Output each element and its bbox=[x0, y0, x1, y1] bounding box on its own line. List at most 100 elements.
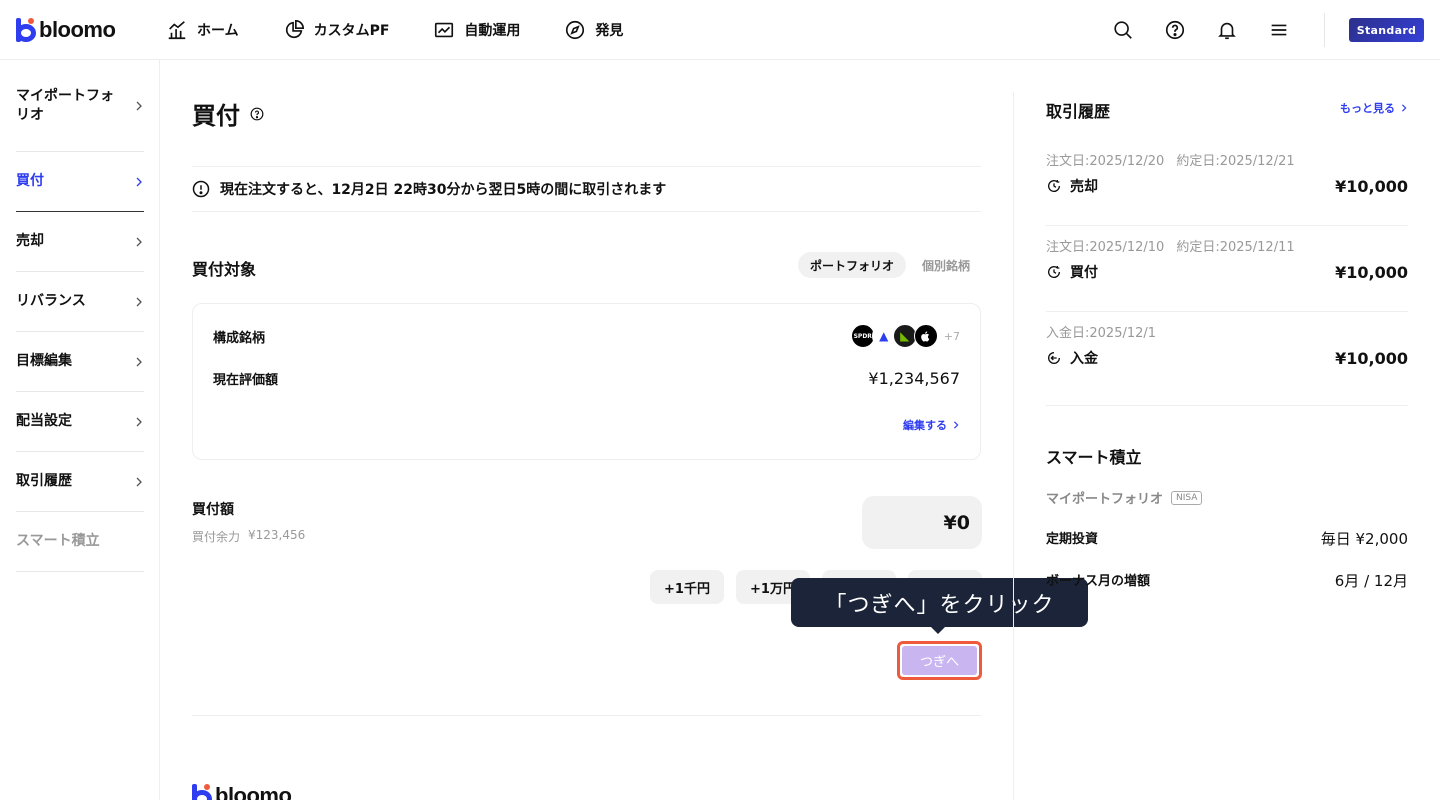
transaction-amount: ¥10,000 bbox=[1335, 262, 1408, 282]
transaction-row: 買付 ¥10,000 bbox=[1046, 262, 1408, 282]
chevron-right-icon bbox=[136, 177, 142, 186]
order-date: 注文日:2025/12/20 bbox=[1046, 154, 1165, 169]
next-button[interactable]: つぎへ bbox=[897, 641, 982, 680]
guide-tooltip: 「つぎへ」をクリック bbox=[791, 578, 1088, 634]
nav-custom-pf[interactable]: カスタムPF bbox=[283, 19, 390, 41]
edit-link-label: 編集する bbox=[903, 419, 947, 432]
valuation-label: 現在評価額 bbox=[213, 372, 279, 388]
sidebar-item-dividend[interactable]: 配当設定 bbox=[16, 392, 144, 452]
smart-row-bonus: ボーナス月の増額 6月 / 12月 bbox=[1046, 570, 1408, 591]
chevron-right-icon bbox=[136, 477, 142, 486]
trade-time-notice: 現在注文すると、12月2日 22時30分から翌日5時の間に取引されます bbox=[192, 166, 981, 212]
smart-row-value: 6月 / 12月 bbox=[1334, 572, 1408, 590]
add-1000-button[interactable]: +1千円 bbox=[650, 570, 724, 604]
smart-portfolio: マイポートフォリオ NISA bbox=[1046, 488, 1203, 507]
chevron-right-icon bbox=[1401, 104, 1407, 112]
nav-home[interactable]: ホーム bbox=[166, 19, 239, 41]
transaction-type-label: 入金 bbox=[1070, 351, 1098, 367]
buying-power-value: ¥123,456 bbox=[248, 528, 306, 542]
plan-badge[interactable]: Standard bbox=[1349, 18, 1424, 42]
sidebar-item-smart-saving: スマート積立 bbox=[16, 512, 144, 572]
smart-saving-title: スマート積立 bbox=[1046, 448, 1142, 467]
transaction-type-label: 売却 bbox=[1070, 179, 1098, 195]
nav-discover-label: 発見 bbox=[595, 23, 624, 39]
deposit-icon bbox=[1048, 352, 1060, 364]
nav-home-label: ホーム bbox=[197, 23, 239, 39]
more-link-label: もっと見る bbox=[1340, 102, 1395, 115]
page-title-text: 買付 bbox=[192, 102, 240, 130]
holdings-chips: SPDR ▲ ◣ +7 bbox=[850, 324, 960, 348]
valuation-value: ¥1,234,567 bbox=[868, 368, 960, 388]
next-button-label: つぎへ bbox=[902, 646, 977, 675]
nav-discover[interactable]: 発見 bbox=[564, 19, 623, 41]
footer-logo: bloomo bbox=[192, 783, 292, 800]
menu-icon[interactable] bbox=[1268, 19, 1290, 41]
sidebar-item-label: 買付 bbox=[16, 173, 44, 189]
help-icon[interactable] bbox=[1164, 19, 1186, 41]
chevron-right-icon bbox=[953, 421, 959, 429]
transaction-item[interactable]: 入金日:2025/12/1 入金 ¥10,000 bbox=[1046, 312, 1408, 406]
transaction-item[interactable]: 注文日:2025/12/10 約定日:2025/12/11 買付 ¥10,000 bbox=[1046, 226, 1408, 312]
order-date: 注文日:2025/12/10 bbox=[1046, 240, 1165, 255]
nav-auto[interactable]: 自動運用 bbox=[433, 19, 520, 41]
buy-clock-icon bbox=[1048, 266, 1061, 278]
sidebar-item-label: スマート積立 bbox=[16, 533, 100, 549]
transaction-type: 売却 bbox=[1046, 176, 1098, 196]
history-title: 取引履歴 bbox=[1046, 102, 1111, 121]
main-divider bbox=[192, 715, 981, 716]
notice-text: 現在注文すると、12月2日 22時30分から翌日5時の間に取引されます bbox=[220, 182, 667, 198]
sidebar-item-buy[interactable]: 買付 bbox=[16, 152, 144, 212]
sidebar-item-goal-edit[interactable]: 目標編集 bbox=[16, 332, 144, 392]
segment-portfolio[interactable]: ポートフォリオ bbox=[797, 252, 906, 278]
sidebar-item-history[interactable]: 取引履歴 bbox=[16, 452, 144, 512]
column-divider bbox=[1013, 92, 1014, 800]
transaction-amount: ¥10,000 bbox=[1335, 176, 1408, 196]
compass-icon bbox=[566, 20, 585, 40]
sidebar: マイポートフォリオ 買付 売却 リバランス 目標編集 配当設定 取引履歴 スマー… bbox=[0, 60, 160, 800]
transaction-dates: 注文日:2025/12/10 約定日:2025/12/11 bbox=[1046, 236, 1295, 255]
chevron-right-icon bbox=[136, 357, 142, 366]
holdings-more-count: +7 bbox=[943, 329, 960, 343]
bell-icon[interactable] bbox=[1216, 19, 1238, 41]
bloomo-logo[interactable]: bloomo bbox=[16, 17, 116, 43]
pie-chart-icon bbox=[285, 20, 304, 39]
holdings-row: 構成銘柄 SPDR ▲ ◣ +7 bbox=[213, 323, 960, 349]
logo-text: bloomo bbox=[39, 17, 116, 42]
smart-row-label: ボーナス月の増額 bbox=[1046, 574, 1151, 589]
help-icon[interactable] bbox=[250, 107, 264, 121]
buy-amount-label: 買付額 bbox=[192, 502, 234, 518]
header-actions: Standard bbox=[1082, 0, 1440, 60]
chart-home-icon bbox=[168, 21, 186, 40]
smart-row-value: 毎日 ¥2,000 bbox=[1320, 530, 1408, 548]
buy-amount-input[interactable]: ¥0 bbox=[862, 496, 982, 549]
deposit-date: 入金日:2025/12/1 bbox=[1046, 326, 1157, 341]
transaction-item[interactable]: 注文日:2025/12/20 約定日:2025/12/21 売却 ¥10,000 bbox=[1046, 140, 1408, 226]
sell-clock-icon bbox=[1048, 180, 1061, 192]
transaction-dates: 注文日:2025/12/20 約定日:2025/12/21 bbox=[1046, 150, 1295, 169]
header-separator bbox=[1324, 13, 1325, 47]
sidebar-item-sell[interactable]: 売却 bbox=[16, 212, 144, 272]
logo-mark-icon bbox=[192, 784, 212, 800]
sidebar-item-label: 売却 bbox=[16, 233, 44, 249]
sidebar-item-label: 目標編集 bbox=[16, 353, 72, 369]
settle-date: 約定日:2025/12/21 bbox=[1176, 154, 1295, 169]
sidebar-item-rebalance[interactable]: リバランス bbox=[16, 272, 144, 332]
logo-mark-icon bbox=[16, 18, 36, 42]
transaction-type: 入金 bbox=[1046, 348, 1098, 368]
buying-power-label: 買付余力 bbox=[192, 530, 241, 544]
nav-custom-pf-label: カスタムPF bbox=[313, 23, 390, 39]
chevron-right-icon bbox=[136, 417, 142, 426]
settle-date: 約定日:2025/12/11 bbox=[1176, 240, 1295, 255]
transaction-row: 入金 ¥10,000 bbox=[1046, 348, 1408, 368]
edit-link[interactable]: 編集する bbox=[903, 417, 960, 433]
valuation-row: 現在評価額 ¥1,234,567 bbox=[213, 367, 960, 389]
search-icon[interactable] bbox=[1112, 19, 1134, 41]
sidebar-item-label: 配当設定 bbox=[16, 413, 72, 429]
holdings-label: 構成銘柄 bbox=[213, 330, 266, 346]
sidebar-item-my-portfolio[interactable]: マイポートフォリオ bbox=[16, 60, 144, 152]
page-title: 買付 bbox=[192, 96, 264, 131]
main-nav: ホーム カスタムPF 自動運用 発見 bbox=[166, 0, 623, 60]
chevron-right-icon bbox=[136, 237, 142, 246]
more-link[interactable]: もっと見る bbox=[1340, 100, 1408, 116]
segment-individual[interactable]: 個別銘柄 bbox=[910, 252, 982, 278]
